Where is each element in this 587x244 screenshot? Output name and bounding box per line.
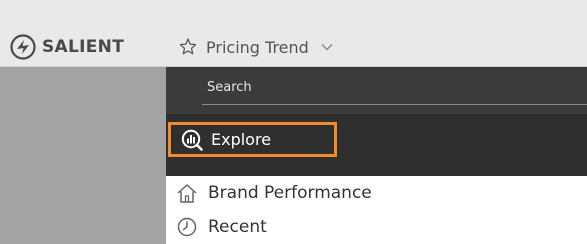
- chevron-down-icon[interactable]: [321, 43, 333, 51]
- menu-item-brand-performance-label: Brand Performance: [208, 183, 372, 203]
- home-icon: [177, 184, 197, 203]
- menu-item-recent-label: Recent: [208, 217, 267, 237]
- menu-item-brand-performance[interactable]: Brand Performance: [166, 176, 587, 210]
- menu-light-section: Brand Performance Recent: [166, 176, 587, 244]
- brand-name: SALIENT: [42, 37, 125, 57]
- clock-icon: [177, 217, 197, 237]
- search-input[interactable]: Search: [202, 77, 587, 105]
- search-area: Search: [166, 67, 587, 114]
- menu-item-recent[interactable]: Recent: [166, 210, 587, 244]
- explore-icon: [181, 129, 203, 151]
- menu-item-explore-label: Explore: [211, 130, 272, 149]
- salient-logo-icon: [10, 34, 36, 60]
- star-outline-icon[interactable]: [178, 37, 198, 57]
- app-header: SALIENT Pricing Trend: [0, 0, 587, 67]
- menu-item-explore[interactable]: Explore: [168, 122, 337, 157]
- dashboard-title-menu[interactable]: Pricing Trend: [178, 30, 333, 64]
- brand[interactable]: SALIENT: [10, 30, 124, 64]
- search-placeholder: Search: [207, 80, 252, 95]
- dashboard-title: Pricing Trend: [206, 37, 309, 57]
- navigation-dropdown: Search Explore Brand Performance Recent: [166, 67, 587, 244]
